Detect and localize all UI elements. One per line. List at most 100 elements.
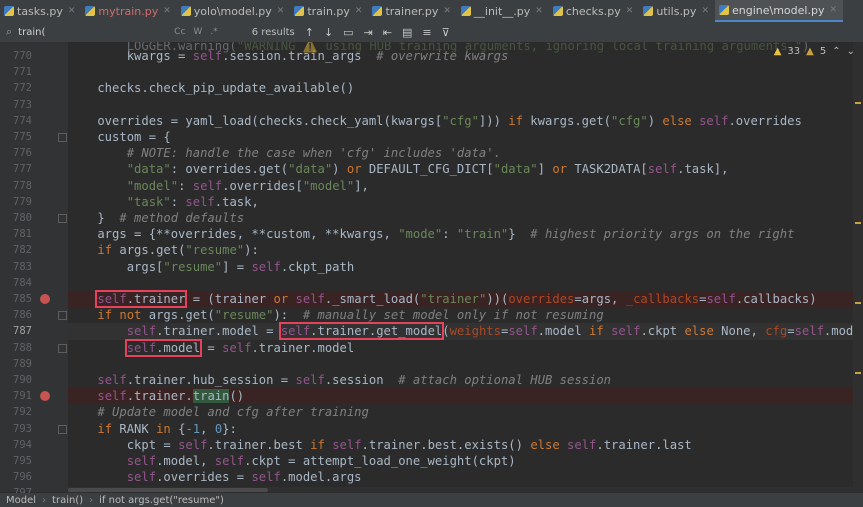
fold-marker-icon[interactable] [58,343,67,353]
line-number: 785 [13,293,32,305]
line-number: 774 [13,114,32,127]
search-input[interactable] [16,25,171,39]
line-number: 781 [13,228,32,241]
breadcrumb-separator: › [42,494,47,506]
code-line: "model": self.overrides["model"], [126,178,369,193]
tab-7[interactable]: utils.py ✕ [639,0,715,22]
close-icon[interactable]: ✕ [535,6,543,16]
chevron-up-icon[interactable]: ⌃ [832,46,840,57]
arrow-down-icon[interactable]: ↓ [324,26,333,39]
regex-toggle[interactable]: .* [210,27,217,37]
arrow-up-icon[interactable]: ↑ [305,26,314,39]
search-results-count: 6 results [251,26,295,38]
tab-label: train.py [307,4,350,18]
code-line: # Update model and cfg after training [97,405,369,420]
python-file-icon [294,6,305,16]
weak-warning-count: 5 [819,46,827,57]
scroll-marker [855,302,861,304]
select-all-occurrences-icon[interactable]: ▭ [343,26,353,39]
code-line-breakpoint: self.trainer = (trainer or self._smart_l… [68,290,858,308]
line-number: 795 [13,455,32,467]
tab-label: engine\model.py [731,3,825,17]
code-line-current: self.trainer.model = self.trainer.get_mo… [68,322,863,341]
code-line: self.trainer.hub_session = self.session … [97,373,612,387]
chevron-down-icon[interactable]: ⌄ [847,46,855,57]
code-editor[interactable]: LOGGER.warning("WARNING ⚠️ using HUB tra… [68,42,863,492]
close-icon[interactable]: ✕ [829,5,837,15]
fold-marker-icon[interactable] [58,311,67,321]
code-line: self.overrides = self.model.args [126,470,362,485]
code-line: if args.get("resume"): [97,243,259,258]
tab-8[interactable]: engine\model.py ✕ [714,0,843,22]
editor-tab-bar: tasks.py ✕ mytrain.py ✕ yolo\model.py ✕ train.… [0,0,863,23]
filter-icon[interactable]: ⊽ [442,26,450,39]
code-line: self.model = self.trainer.model [124,338,355,357]
line-number: 784 [13,276,32,289]
line-number: 782 [13,244,32,257]
line-number: 778 [13,179,32,192]
breadcrumb-item[interactable]: train() [52,495,83,506]
tab-label: checks.py [565,4,621,18]
code-line: kwargs = self.session.train_args # overw… [68,49,509,63]
tab-3[interactable]: train.py ✕ [290,0,368,22]
breadcrumb-separator: › [89,494,94,506]
tab-0[interactable]: tasks.py ✕ [0,0,81,22]
tab-label: utils.py [656,4,697,18]
line-number: 789 [13,357,32,370]
code-line: checks.check_pip_update_available() [68,81,355,96]
close-icon[interactable]: ✕ [277,6,285,16]
close-icon[interactable]: ✕ [68,6,76,16]
tab-6[interactable]: checks.py ✕ [549,0,639,22]
python-file-icon [552,6,563,16]
scroll-marker [855,102,861,104]
search-icon: ⌕ [6,25,13,38]
scroll-thumb[interactable] [68,488,268,492]
line-number: 791 [13,390,32,403]
code-line: if not args.get("resume"): # manually se… [97,308,604,323]
warning-icon: ▲ [773,46,782,57]
select-occurrences-icon[interactable]: ▤ [402,26,412,39]
tab-4[interactable]: trainer.py ✕ [368,0,456,22]
tab-2[interactable]: yolo\model.py ✕ [177,0,291,22]
find-bar: ⌕ Cc W .* 6 results ↑ ↓ ▭ ⇥ ⇤ ▤ ≡ ⊽ [0,22,863,43]
whole-word-toggle[interactable]: W [193,27,202,37]
breadcrumb-item[interactable]: if not args.get("resume") [99,495,224,506]
tab-label: __init__.py [473,4,531,18]
vertical-scrollbar[interactable] [853,42,863,492]
tab-1[interactable]: mytrain.py ✕ [81,0,176,22]
breadcrumb: Model › train() › if not args.get("resum… [0,493,863,507]
line-number: 776 [13,147,32,160]
add-selection-icon[interactable]: ⇥ [364,26,373,39]
python-file-icon [180,6,191,16]
code-line: "data": overrides.get("data") or DEFAULT… [126,162,729,177]
close-icon[interactable]: ✕ [626,6,634,16]
inspection-widget[interactable]: ▲ 33 ▲ 5 ⌃ ⌄ [774,46,855,57]
close-icon[interactable]: ✕ [701,6,709,16]
python-file-icon [718,5,729,15]
line-number: 794 [13,438,32,451]
code-line: if RANK in {-1, 0}: [97,421,237,436]
editor-gutter: 770 771 772 773 774 775 776 777 778 779 780 781 782 7… [0,42,84,499]
match-case-toggle[interactable]: Cc [174,27,185,37]
close-icon[interactable]: ✕ [355,6,363,16]
python-file-icon [372,6,383,16]
fold-marker-icon[interactable] [58,133,67,142]
close-icon[interactable]: ✕ [443,6,451,16]
tab-label: tasks.py [17,4,63,18]
code-line: custom = { [68,130,171,144]
remove-selection-icon[interactable]: ⇤ [383,26,392,39]
breakpoint-icon[interactable] [40,294,50,304]
line-number: 773 [13,98,32,111]
tab-label: yolo\model.py [193,4,272,18]
multiline-icon[interactable]: ≡ [422,26,431,39]
breakpoint-icon[interactable] [40,391,50,402]
line-number: 790 [13,374,32,386]
close-icon[interactable]: ✕ [163,6,171,16]
tab-5[interactable]: __init__.py ✕ [457,0,549,22]
code-line: args["resume"] = self.ckpt_path [68,259,355,274]
fold-marker-icon[interactable] [58,214,67,223]
breadcrumb-item[interactable]: Model [6,495,36,506]
line-number: 770 [13,50,32,62]
fold-marker-icon[interactable] [58,424,67,434]
code-line: "task": self.task, [126,194,259,209]
